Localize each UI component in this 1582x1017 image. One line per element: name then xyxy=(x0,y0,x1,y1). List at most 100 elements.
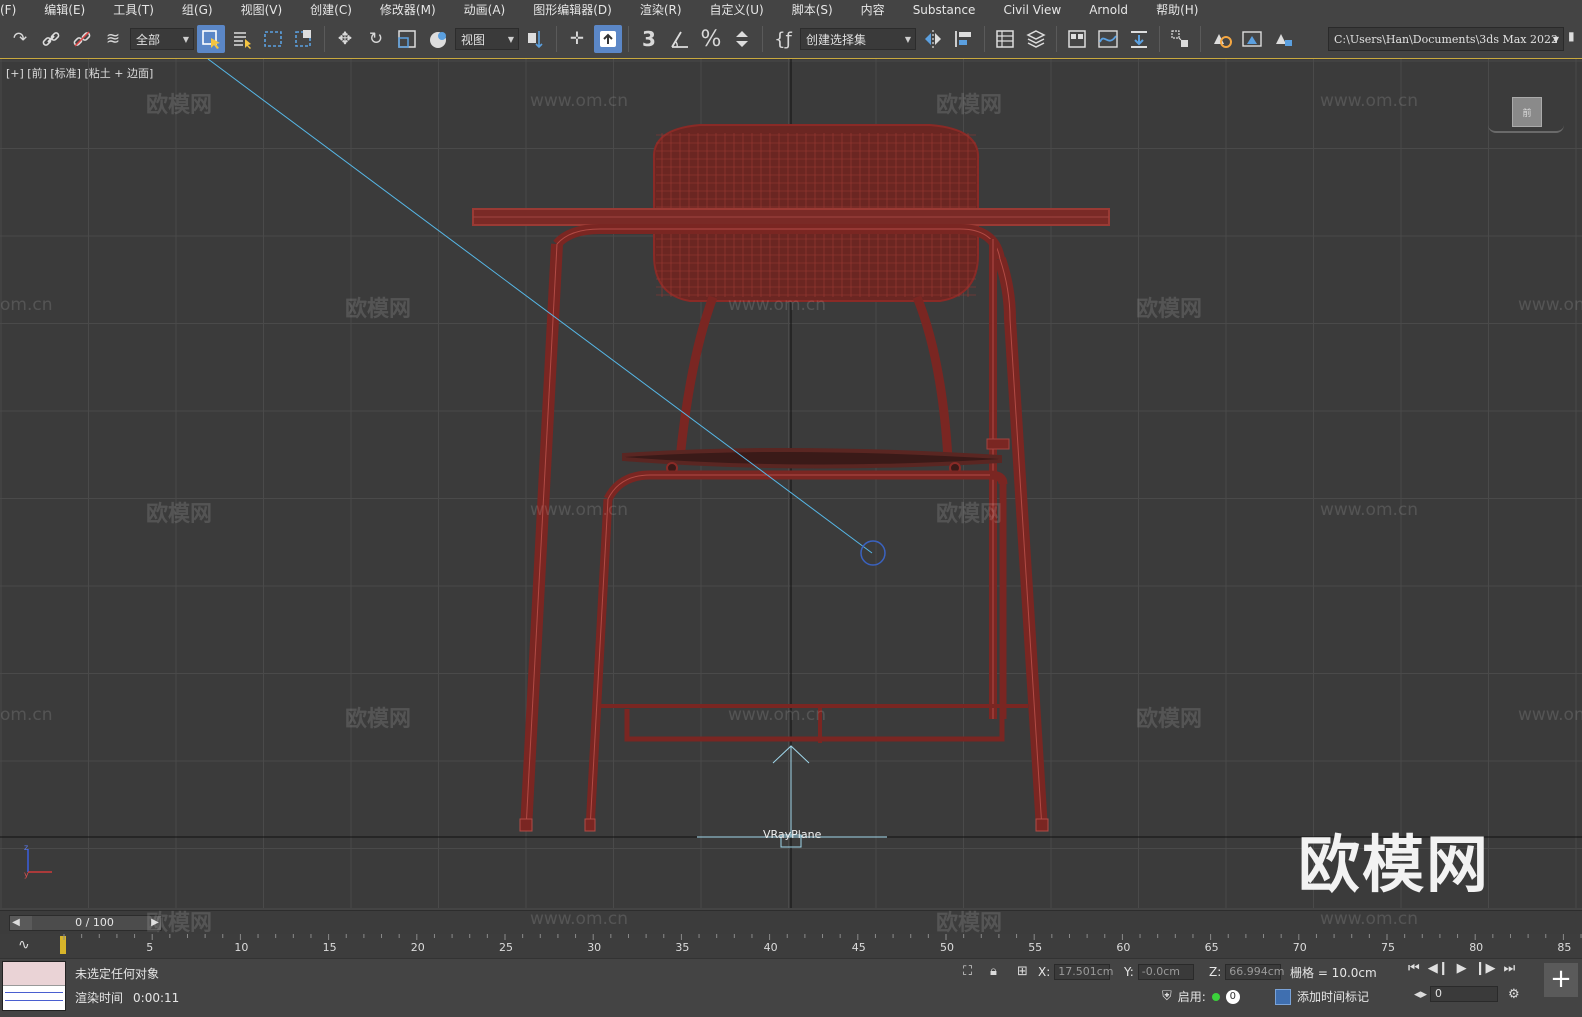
unlink-icon[interactable] xyxy=(68,25,96,53)
go-to-end-icon[interactable]: ⏭ xyxy=(1503,961,1515,976)
render-time-label: 渲染时间 xyxy=(75,991,124,1005)
scene-explorer-icon[interactable] xyxy=(991,25,1019,53)
reference-coord-dropdown[interactable]: 视图 ▼ xyxy=(455,28,519,50)
menu-item-13[interactable]: Substance xyxy=(899,0,990,20)
toolbar-separator xyxy=(324,26,325,52)
chevron-down-icon: ▼ xyxy=(904,34,911,44)
adaptive-degradation[interactable]: ⛨ 启用: 0 xyxy=(1162,988,1240,1005)
next-key-icon[interactable]: ❙▶ xyxy=(1475,961,1496,976)
prev-frame-icon[interactable]: ◀ xyxy=(10,916,22,930)
menu-item-3[interactable]: 组(G) xyxy=(168,0,227,20)
menu-item-6[interactable]: 修改器(M) xyxy=(366,0,450,20)
rect-selection-region-icon[interactable] xyxy=(259,25,287,53)
rendered-frame-window-icon[interactable] xyxy=(1238,25,1266,53)
viewcube-compass-ring[interactable] xyxy=(1488,125,1564,133)
toolbar-separator xyxy=(762,26,763,52)
maxscript-listener-mini[interactable] xyxy=(2,961,66,1011)
menu-item-11[interactable]: 脚本(S) xyxy=(778,0,847,20)
coord-x-field[interactable]: 17.501cm xyxy=(1054,964,1114,980)
time-slider-track[interactable]: ◀ 0 / 100 ▶ xyxy=(9,915,162,931)
track-bar[interactable]: ∿ 5 10 15 20 25 30 35 40 45 50 55 60 65 70 75 80 85 xyxy=(0,934,1582,958)
menu-item-12[interactable]: 内容 xyxy=(847,0,899,20)
ribbon-toggle-icon[interactable] xyxy=(1063,25,1091,53)
set-key-icon[interactable]: + xyxy=(1544,963,1578,997)
menu-item-1[interactable]: 编辑(E) xyxy=(30,0,99,20)
viewcube[interactable]: 前 xyxy=(1512,97,1542,127)
absolute-mode-icon[interactable]: ⊞ xyxy=(1017,964,1028,979)
select-by-name-icon[interactable] xyxy=(228,25,256,53)
align-icon[interactable] xyxy=(950,25,978,53)
snap-toggle-icon[interactable]: 3 xyxy=(635,25,663,53)
timeline-tick-label: 45 xyxy=(852,941,866,954)
material-editor-icon[interactable] xyxy=(1166,25,1194,53)
angle-snap-icon[interactable] xyxy=(666,25,694,53)
named-selection-set-dropdown[interactable]: 创建选择集 ▼ xyxy=(800,28,916,50)
watermark-text: 欧模网 xyxy=(1136,707,1203,732)
menu-item-10[interactable]: 自定义(U) xyxy=(696,0,778,20)
render-production-icon[interactable] xyxy=(1269,25,1297,53)
rotate-icon[interactable]: ↻ xyxy=(362,25,390,53)
layer-explorer-icon[interactable] xyxy=(1022,25,1050,53)
menu-item-5[interactable]: 创建(C) xyxy=(296,0,366,20)
window-crossing-icon[interactable] xyxy=(290,25,318,53)
vrayplane-label: VRayPlane xyxy=(763,828,822,841)
watermark-url: www.om.cn xyxy=(530,91,629,111)
menu-item-8[interactable]: 图形编辑器(D) xyxy=(519,0,626,20)
viewport-label-menu[interactable]: [+] [前] [标准] [粘土 + 边面] xyxy=(6,65,153,81)
back-support-left xyxy=(675,295,718,460)
bind-space-warp-icon[interactable]: ≋ xyxy=(99,25,127,53)
add-time-tag[interactable]: 添加时间标记 xyxy=(1275,988,1369,1005)
place-icon[interactable] xyxy=(424,25,452,53)
isolate-selection-icon[interactable]: ⛶ xyxy=(963,964,972,979)
menu-item-15[interactable]: Arnold xyxy=(1075,0,1142,20)
lock-selection-icon[interactable]: 🔒︎ xyxy=(990,964,997,979)
timeline-tick-label: 55 xyxy=(1028,941,1042,954)
key-mode-icon[interactable]: ◂▸ xyxy=(1414,987,1427,1002)
percent-snap-icon[interactable]: % xyxy=(697,25,725,53)
watermark-url: www.om.cn xyxy=(530,909,629,929)
selection-filter-dropdown[interactable]: 全部 ▼ xyxy=(130,28,194,50)
front-viewport[interactable]: z y [+] [前] [标准] [粘土 + 边面] 欧模网 www.om.cn… xyxy=(0,58,1582,908)
previous-key-icon[interactable]: ◀❙ xyxy=(1428,961,1449,976)
menu-item-16[interactable]: 帮助(H) xyxy=(1142,0,1212,20)
select-object-icon[interactable] xyxy=(197,25,225,53)
edit-named-selection-icon[interactable]: {ƒ xyxy=(769,25,797,53)
keyboard-shortcut-override-icon[interactable] xyxy=(594,25,622,53)
menu-item-9[interactable]: 渲染(R) xyxy=(626,0,696,20)
link-icon[interactable] xyxy=(37,25,65,53)
watermark-text: 欧模网 xyxy=(936,502,1003,527)
menu-item-0[interactable]: (F) xyxy=(0,0,30,20)
go-to-start-icon[interactable]: ⏮ xyxy=(1408,961,1420,976)
menu-item-7[interactable]: 动画(A) xyxy=(450,0,520,20)
coord-z-field[interactable]: 66.994cm xyxy=(1225,964,1285,980)
project-path-dropdown[interactable]: C:\Users\Han\Documents\3ds Max 2022 ▼ xyxy=(1328,27,1564,51)
schematic-view-icon[interactable] xyxy=(1125,25,1153,53)
menu-item-4[interactable]: 视图(V) xyxy=(227,0,297,20)
timeline-tick-label: 85 xyxy=(1557,941,1571,954)
move-icon[interactable]: ✥ xyxy=(331,25,359,53)
timeline-tick-label: 75 xyxy=(1381,941,1395,954)
status-dot-icon xyxy=(1211,992,1220,1001)
menu-item-14[interactable]: Civil View xyxy=(989,0,1075,20)
menu-item-2[interactable]: 工具(T) xyxy=(99,0,168,20)
time-slider[interactable]: ◀ 0 / 100 ▶ 欧模网 www.om.cn 欧模网 www.om.cn xyxy=(0,909,1582,936)
time-slider-thumb[interactable]: 0 / 100 xyxy=(32,916,157,930)
render-setup-icon[interactable] xyxy=(1207,25,1235,53)
coord-y-field[interactable]: -0.0cm xyxy=(1137,964,1194,980)
snap-toggle-label: 3 xyxy=(642,27,656,51)
play-icon[interactable]: ▶ xyxy=(1457,961,1467,976)
brand-watermark: 欧模网 xyxy=(1297,828,1490,901)
project-folder-icon[interactable]: ▮ xyxy=(1568,29,1580,49)
pivot-center-icon[interactable] xyxy=(522,25,550,53)
current-frame-field[interactable]: 0 xyxy=(1430,986,1498,1002)
toolbar-separator xyxy=(984,26,985,52)
select-manipulate-icon[interactable]: ✛ xyxy=(563,25,591,53)
time-config-icon[interactable]: ⚙ xyxy=(1508,987,1520,1002)
timeline-ruler[interactable]: 5 10 15 20 25 30 35 40 45 50 55 60 65 70 75 80 85 xyxy=(0,934,1582,958)
redo-icon[interactable]: ↷ xyxy=(6,25,34,53)
back-support-right xyxy=(912,295,953,460)
scale-icon[interactable] xyxy=(393,25,421,53)
curve-editor-icon[interactable] xyxy=(1094,25,1122,53)
mirror-icon[interactable] xyxy=(919,25,947,53)
spinner-snap-icon[interactable] xyxy=(728,25,756,53)
